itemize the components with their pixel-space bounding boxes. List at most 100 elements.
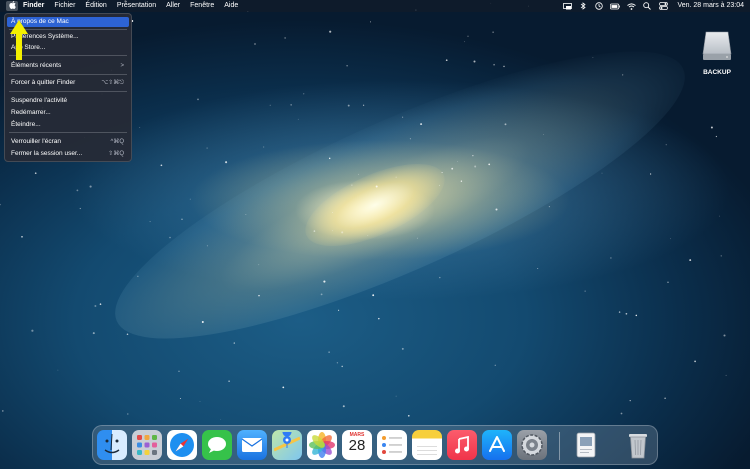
menu-item-log-out[interactable]: Fermer la session user... ⇧⌘Q bbox=[7, 149, 129, 159]
dock-trash-icon[interactable] bbox=[623, 430, 653, 460]
star bbox=[139, 127, 141, 129]
menu-aller[interactable]: Aller bbox=[161, 0, 185, 12]
star bbox=[323, 280, 326, 283]
menu-fenetre[interactable]: Fenêtre bbox=[185, 0, 219, 12]
star bbox=[2, 410, 4, 412]
star bbox=[79, 207, 81, 210]
star bbox=[537, 267, 539, 270]
star bbox=[503, 65, 505, 68]
menu-item-recent-items[interactable]: Éléments récents > bbox=[7, 61, 129, 71]
star bbox=[179, 398, 181, 399]
menu-item-shut-down[interactable]: Éteindre... bbox=[7, 120, 129, 130]
dock-mail-icon[interactable] bbox=[237, 430, 267, 460]
star bbox=[457, 161, 458, 162]
star bbox=[629, 399, 631, 402]
star bbox=[328, 157, 331, 160]
star bbox=[409, 138, 411, 140]
star bbox=[342, 405, 345, 408]
dock-finder-icon[interactable] bbox=[97, 430, 127, 460]
dock-messages-icon[interactable] bbox=[202, 430, 232, 460]
star bbox=[689, 259, 692, 262]
battery-icon[interactable] bbox=[610, 0, 621, 12]
star bbox=[407, 414, 410, 417]
menu-item-label: Forcer à quitter Finder bbox=[11, 79, 76, 86]
star bbox=[369, 21, 372, 23]
star bbox=[346, 65, 348, 67]
dock-launchpad-icon[interactable] bbox=[132, 430, 162, 460]
menu-item-restart[interactable]: Redémarrer... bbox=[7, 108, 129, 118]
backup-drive[interactable]: BACKUP bbox=[697, 28, 737, 76]
star bbox=[420, 123, 423, 126]
star bbox=[395, 176, 397, 178]
star bbox=[472, 155, 474, 157]
star bbox=[351, 184, 353, 186]
dock-system-preferences-icon[interactable] bbox=[517, 430, 547, 460]
star bbox=[494, 364, 496, 366]
menu-item-lock-screen[interactable]: Verrouiller l'écran ^⌘Q bbox=[7, 137, 129, 147]
star bbox=[233, 342, 235, 344]
star bbox=[297, 118, 299, 120]
dock-app-store-icon[interactable] bbox=[482, 430, 512, 460]
star bbox=[206, 245, 208, 247]
star bbox=[402, 116, 404, 118]
star bbox=[254, 43, 256, 45]
star bbox=[320, 293, 323, 296]
star bbox=[263, 146, 265, 148]
menu-item-force-quit[interactable]: Forcer à quitter Finder ⌥⇧⌘⎋ bbox=[7, 78, 129, 88]
star bbox=[719, 215, 720, 217]
star bbox=[21, 235, 23, 238]
screen-mirroring-icon[interactable] bbox=[562, 0, 572, 12]
dock-calendar-icon[interactable]: MARS 28 bbox=[342, 430, 372, 460]
search-icon[interactable] bbox=[642, 0, 652, 12]
control-center-icon[interactable] bbox=[658, 0, 668, 12]
drive-label: BACKUP bbox=[703, 69, 731, 76]
menu-item-label: Redémarrer... bbox=[11, 109, 51, 116]
star bbox=[367, 235, 369, 236]
menu-item-sleep[interactable]: Suspendre l'activité bbox=[7, 96, 129, 106]
menu-edition[interactable]: Édition bbox=[80, 0, 111, 12]
dock-music-icon[interactable] bbox=[447, 430, 477, 460]
status-area: Ven. 28 mars à 23:04 bbox=[559, 0, 744, 12]
star bbox=[284, 37, 286, 39]
star bbox=[225, 161, 228, 164]
star bbox=[548, 206, 550, 208]
menu-item-label: Fermer la session user... bbox=[11, 150, 83, 157]
star bbox=[464, 41, 466, 43]
star bbox=[720, 255, 722, 257]
star bbox=[313, 230, 316, 232]
time-machine-icon[interactable] bbox=[594, 0, 604, 12]
star bbox=[331, 230, 333, 232]
dock-separator bbox=[559, 432, 560, 460]
menu-aide[interactable]: Aide bbox=[219, 0, 243, 12]
wifi-icon[interactable] bbox=[626, 0, 636, 12]
star bbox=[592, 56, 594, 58]
dock-preview-icon[interactable] bbox=[571, 430, 601, 460]
menu-finder[interactable]: Finder bbox=[18, 0, 49, 12]
dock-safari-icon[interactable] bbox=[167, 430, 197, 460]
star bbox=[160, 164, 163, 167]
menu-item-shortcut: ^⌘Q bbox=[110, 139, 124, 145]
dock-photos-icon[interactable] bbox=[307, 430, 337, 460]
bluetooth-icon[interactable] bbox=[578, 0, 588, 12]
menu-presentation[interactable]: Présentation bbox=[112, 0, 161, 12]
star bbox=[416, 237, 418, 239]
dock-maps-icon[interactable] bbox=[272, 430, 302, 460]
star bbox=[375, 185, 378, 188]
star bbox=[467, 35, 469, 37]
star bbox=[89, 185, 92, 188]
apple-menu-button[interactable] bbox=[6, 1, 18, 11]
menu-fichier[interactable]: Fichier bbox=[49, 0, 80, 12]
menubar-clock[interactable]: Ven. 28 mars à 23:04 bbox=[677, 0, 744, 12]
star bbox=[149, 221, 151, 223]
star bbox=[378, 317, 380, 320]
menu-item-label: Éléments récents bbox=[11, 62, 62, 69]
star bbox=[664, 397, 666, 399]
star bbox=[228, 380, 230, 382]
star bbox=[649, 173, 652, 175]
dock-notes-icon[interactable] bbox=[412, 430, 442, 460]
star bbox=[269, 104, 271, 106]
menu-item-label: Suspendre l'activité bbox=[11, 97, 68, 104]
star bbox=[395, 395, 397, 397]
dock-reminders-icon[interactable] bbox=[377, 430, 407, 460]
star bbox=[31, 329, 34, 332]
